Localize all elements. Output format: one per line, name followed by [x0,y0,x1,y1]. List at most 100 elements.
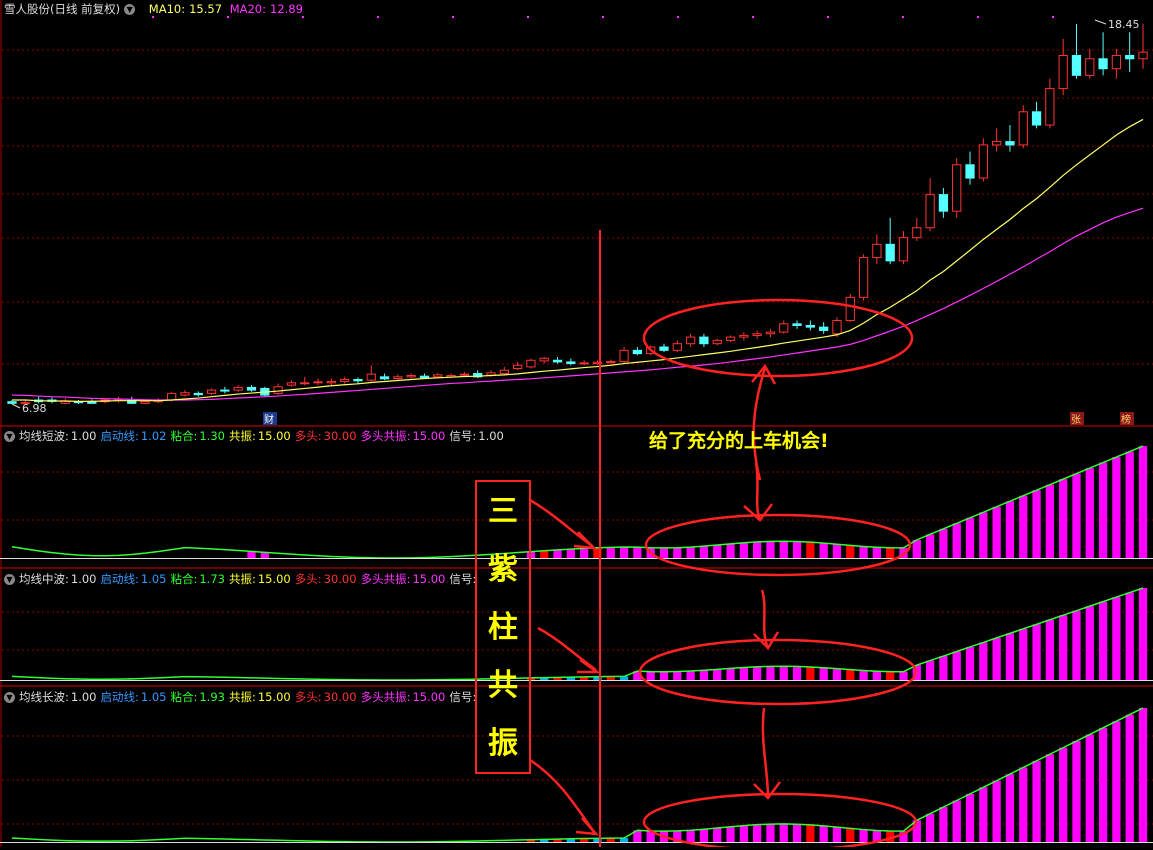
candle-body [193,392,203,396]
indicator-name: 均线中波: [19,572,69,586]
indicator-bar [939,807,948,842]
high-price-label: 18.45 [1108,18,1140,31]
chevron-down-icon[interactable]: ▼ [4,431,15,442]
candle-body [699,336,709,345]
chevron-down-icon[interactable]: ▼ [4,574,15,585]
indicator-bar [1045,619,1054,680]
candle-body [566,361,576,365]
indicator-bar [1098,601,1108,680]
top-dot [677,16,679,18]
candle-body [619,349,629,363]
indicator-value: 15.00 [412,572,446,586]
indicator-bar [1072,610,1081,680]
candle-body [819,326,829,331]
indicator-bar [659,671,669,680]
indicator-item: 共振: [228,690,256,704]
indicator-bar [779,541,788,558]
candle-body [659,346,669,351]
indicator-bar [965,517,975,558]
indicator-bar [965,646,975,680]
indicator-bar [766,824,775,842]
candle-body [7,401,17,404]
candle-body [912,227,922,239]
indicator-bar [1059,747,1068,842]
indicator-value: 1.00 [478,429,504,443]
top-dot [1052,16,1054,18]
stock-chart: 18.45 6.98 财 张 榜三紫柱共振 给了充分的上车机会! 雪人股份(日线 前复权)… [0,0,1153,850]
indicator-bar [846,545,855,558]
indicator-bar [753,824,762,842]
indicator-item: 粘合: [170,572,198,586]
indicator-bar [939,656,948,680]
indicator-value: 1.73 [199,572,225,586]
indicator-value: 1.02 [140,429,167,443]
indicator-value: 30.00 [323,572,357,586]
candle-body [898,237,909,262]
indicator-bar [806,542,815,558]
candle-body [805,324,815,328]
candle-body [140,401,150,404]
indicator-item: 多头: [294,429,322,443]
candle-body [992,141,1002,146]
indicator-bar [1032,760,1041,842]
candle-body [925,194,935,229]
indicator-bar [766,666,775,680]
indicator-bar [739,825,748,842]
indicator-item: 信号: [449,572,477,586]
candle-body [1071,54,1082,76]
indicator-item: 信号: [449,429,477,443]
indicator-bar [1098,462,1108,558]
indicator-bar [699,829,709,842]
indicator-bar [792,541,802,558]
candle-body [313,381,323,384]
indicator-item: 多头: [294,690,322,704]
indicator-bar [832,544,842,558]
indicator-bar [247,551,256,558]
candle-body [765,331,776,335]
indicator-bar [886,547,895,558]
indicator-bar [819,667,828,680]
indicator-bar [1125,592,1134,680]
candle-body [180,392,190,396]
indicator-bar [1059,615,1068,680]
indicator-bar [1045,484,1054,558]
indicator-bar [673,671,682,680]
indicator-item: 粘合: [170,429,198,443]
indicator-bar [832,827,842,842]
indicator-item: 粘合: [170,690,198,704]
indicator-item: 多头: [294,572,322,586]
candle-body [606,361,616,364]
candle-body [419,375,430,378]
indicator-bar [553,549,562,558]
indicator-value: 1.93 [199,690,225,704]
indicator-bar [992,780,1001,842]
indicator-bar [819,543,828,558]
indicator-value: 1.30 [199,429,225,443]
candle-body [167,392,177,401]
indicator-bar [1005,774,1015,842]
candle-body [725,336,736,341]
indicator-bar [1019,628,1028,680]
candle-body [206,389,217,394]
indicator-bar [1138,588,1148,680]
candle-body [1138,51,1148,60]
chevron-down-icon[interactable]: ▼ [124,4,136,15]
candle-body [672,343,682,351]
indicator-value: 15.00 [257,572,291,586]
candle-body [739,334,749,338]
indicator-bar [846,828,855,842]
candle-body [526,359,536,368]
candle-body [845,296,855,322]
indicator-bar [979,512,988,558]
candle-body [779,323,789,333]
vertical-annotation-char: 柱 [488,610,518,645]
indicator-bar [540,550,549,558]
indicator-bar [1072,741,1081,842]
ma20-value: 12.89 [269,2,303,16]
indicator-bar [1125,451,1134,558]
chevron-down-icon[interactable]: ▼ [4,692,15,703]
candle-body [579,362,589,365]
indicator-bar [686,671,695,680]
indicator-bar [739,667,748,680]
indicator-bar [1112,597,1121,680]
